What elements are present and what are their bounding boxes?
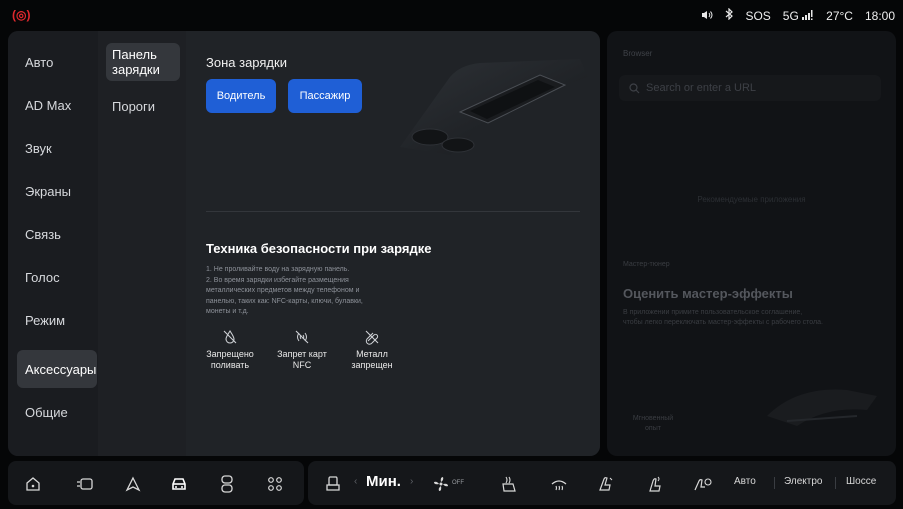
- safety-line: 1. Не проливайте воду на зарядную панель…: [206, 266, 350, 273]
- warning-label: поливать: [210, 360, 250, 370]
- settings-subnav: Панель зарядки Пороги: [98, 31, 186, 456]
- warning-label: запрещен: [351, 360, 393, 370]
- warning-label: Металл: [356, 349, 388, 359]
- chevron-left-icon[interactable]: ‹: [354, 476, 357, 487]
- safety-line: панелью, таких как: NFC-карты, ключи, бу…: [206, 297, 363, 305]
- warning-label: Запрещено: [206, 349, 254, 359]
- sidebar-item-voice[interactable]: Голос: [17, 258, 97, 296]
- network-indicator: 5G: [783, 9, 814, 23]
- settings-sidebar: Авто AD Max Звук Экраны Связь Голос Режи…: [8, 31, 98, 456]
- recording-indicator-icon: (◎): [12, 8, 31, 22]
- sidebar-item-auto[interactable]: Авто: [17, 43, 97, 81]
- safety-line: металлических предметов между телефоном …: [206, 287, 360, 294]
- console-illustration: [400, 59, 588, 155]
- passenger-button[interactable]: Пассажир: [288, 79, 362, 113]
- instant-line: опыт: [645, 425, 661, 432]
- steering-heat-icon[interactable]: [692, 473, 714, 495]
- signal-icon: [802, 9, 813, 20]
- search-placeholder: Search or enter a URL: [646, 82, 757, 94]
- seat-icon[interactable]: [322, 473, 344, 495]
- no-water-icon: [200, 329, 260, 347]
- sidebar-item-mode[interactable]: Режим: [17, 301, 97, 339]
- sidebar-item-ad-max[interactable]: AD Max: [17, 86, 97, 124]
- settings-panel: Авто AD Max Звук Экраны Связь Голос Режи…: [8, 31, 600, 456]
- tuner-headline[interactable]: Оценить мастер-эффекты: [623, 286, 793, 301]
- status-bar: (◎) SOS 5G 27°C 18:00: [0, 0, 903, 30]
- rear-seat-heating-icon[interactable]: [644, 473, 666, 495]
- sidebar-item-connection[interactable]: Связь: [17, 215, 97, 253]
- no-nfc-icon: [272, 329, 332, 347]
- browser-label: Browser: [623, 49, 653, 58]
- mode-auto[interactable]: Авто: [734, 476, 756, 487]
- safety-line: 2. Во время зарядки избегайте размещения: [206, 276, 349, 284]
- no-metal-icon: [342, 329, 402, 347]
- instant-experience[interactable]: Мгновенный опыт: [623, 414, 683, 434]
- subnav-item-charging-panel[interactable]: Панель зарядки: [106, 43, 180, 81]
- sidebar-item-accessories[interactable]: Аксессуары: [17, 350, 97, 388]
- chevron-right-icon[interactable]: ›: [410, 476, 413, 487]
- tuner-description-line: В приложении примите пользовательское со…: [623, 309, 803, 316]
- bluetooth-icon[interactable]: [725, 7, 734, 23]
- warning-label: NFC: [292, 360, 312, 370]
- browser-center-note: Рекомендуемые приложения: [697, 195, 806, 204]
- warning-label: Запрет карт: [277, 349, 327, 359]
- warning-no-nfc: Запрет карт NFC: [272, 329, 332, 371]
- warning-no-water: Запрещено поливать: [200, 329, 260, 371]
- bottom-dock: ‹ Мин. › OFF Авто Электро Шоссе: [8, 461, 896, 505]
- dock-apps: [8, 461, 304, 505]
- fan-icon[interactable]: [430, 473, 452, 495]
- zone-title: Зона зарядки: [206, 55, 287, 70]
- safety-text: 1. Не проливайте воду на зарядную панель…: [206, 265, 406, 318]
- warning-no-metal: Металл запрещен: [342, 329, 402, 371]
- tuner-description-line: чтобы легко переключать мастер-эффекты с…: [623, 319, 823, 326]
- browser-panel[interactable]: Browser Search or enter a URL Рекомендуе…: [607, 31, 896, 456]
- tuner-label: Мастер-тюнер: [623, 261, 670, 268]
- safety-title: Техника безопасности при зарядке: [206, 241, 432, 256]
- climate-level: Мин.: [366, 473, 401, 490]
- fan-state: OFF: [452, 480, 464, 486]
- volume-icon[interactable]: [701, 9, 713, 23]
- separator: [835, 477, 836, 489]
- mode-electro[interactable]: Электро: [784, 476, 822, 487]
- search-icon: [629, 82, 640, 93]
- sidebar-item-sound[interactable]: Звук: [17, 129, 97, 167]
- navigation-icon[interactable]: [122, 473, 144, 495]
- home-icon[interactable]: [22, 473, 44, 495]
- dock-climate: ‹ Мин. › OFF Авто Электро Шоссе: [308, 461, 896, 505]
- tuner-description: В приложении примите пользовательское со…: [623, 308, 885, 328]
- browser-search-input[interactable]: Search or enter a URL: [619, 75, 881, 101]
- temperature: 27°C: [826, 8, 853, 23]
- seat-settings-icon[interactable]: [216, 473, 238, 495]
- divider: [206, 211, 580, 212]
- car-icon[interactable]: [168, 473, 190, 495]
- seat-heating-icon[interactable]: [498, 473, 520, 495]
- speaker-illustration: [767, 389, 877, 426]
- apps-grid-icon[interactable]: [264, 473, 286, 495]
- instant-line: Мгновенный: [632, 415, 674, 422]
- seat-ventilation-icon[interactable]: [594, 473, 616, 495]
- clock: 18:00: [864, 8, 895, 23]
- subnav-item-thresholds[interactable]: Пороги: [106, 95, 180, 118]
- charging-content: Зона зарядки Водитель Пассажир Техника б…: [186, 31, 600, 456]
- sidebar-item-screens[interactable]: Экраны: [17, 172, 97, 210]
- safety-line: монеты и т.д.: [206, 308, 249, 315]
- mirror-display-icon[interactable]: [74, 473, 96, 495]
- sos-label[interactable]: SOS: [745, 9, 770, 23]
- sidebar-item-general[interactable]: Общие: [17, 393, 97, 431]
- mode-highway[interactable]: Шоссе: [846, 476, 876, 487]
- separator: [774, 477, 775, 489]
- driver-button[interactable]: Водитель: [206, 79, 276, 113]
- network-label: 5G: [782, 8, 799, 23]
- windshield-defrost-icon[interactable]: [548, 473, 570, 495]
